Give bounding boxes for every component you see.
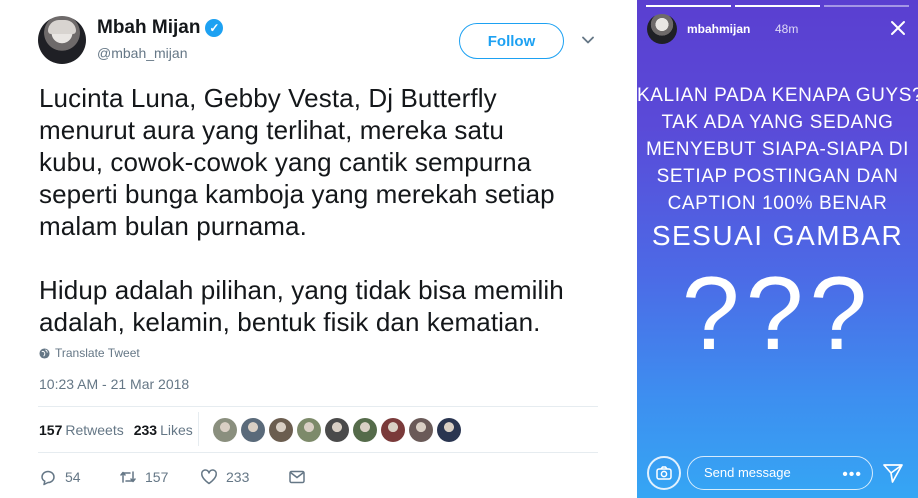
- liker-avatar[interactable]: [325, 418, 349, 442]
- tweet-card: Mbah Mijan ✓ @mbah_mijan Follow Lucinta …: [0, 0, 622, 498]
- tweet-text-line: Lucinta Luna, Gebby Vesta, Dj Butterfly: [39, 83, 497, 113]
- globe-icon: [39, 347, 50, 359]
- tweet-actions: 54 157 233: [39, 468, 306, 486]
- story-progress-bars: [646, 5, 909, 7]
- instagram-story: mbahmijan 48m KALIAN PADA KENAPA GUYS? T…: [637, 0, 918, 498]
- like-count: 233: [226, 469, 250, 485]
- divider: [38, 452, 598, 453]
- tweet-text-line: menurut aura yang terlihat, mereka satu: [39, 115, 504, 145]
- close-icon[interactable]: [890, 20, 906, 36]
- tweet-text-line: Hidup adalah pilihan, yang tidak bisa me…: [39, 275, 564, 305]
- like-button[interactable]: 233: [200, 468, 288, 486]
- retweet-icon: [120, 471, 136, 483]
- likers-avatars: [213, 418, 461, 442]
- translate-tweet-link[interactable]: Translate Tweet: [39, 346, 140, 360]
- tweet-text-line: seperti bunga kamboja yang merekah setia…: [39, 179, 555, 209]
- divider: [198, 412, 199, 446]
- tweet-text: Lucinta Luna, Gebby Vesta, Dj Butterfly …: [39, 82, 614, 338]
- send-icon[interactable]: [882, 462, 904, 484]
- reply-icon: [41, 470, 55, 486]
- liker-avatar[interactable]: [381, 418, 405, 442]
- tweet-text-line: malam bulan purnama.: [39, 211, 307, 241]
- liker-avatar[interactable]: [241, 418, 265, 442]
- story-caption-line: CAPTION 100% BENAR: [667, 193, 888, 214]
- camera-button[interactable]: [647, 456, 681, 490]
- name-row: Mbah Mijan ✓: [97, 17, 224, 39]
- avatar[interactable]: [38, 16, 86, 64]
- liker-avatar[interactable]: [269, 418, 293, 442]
- story-caption-line: SETIAP POSTINGAN DAN: [656, 166, 899, 187]
- tweet-text-line: adalah, kelamin, bentuk fisik dan kemati…: [39, 307, 541, 337]
- story-avatar[interactable]: [647, 14, 677, 44]
- retweets-stat[interactable]: 157 Retweets: [39, 422, 124, 438]
- story-caption-line: TAK ADA YANG SEDANG: [661, 112, 894, 133]
- likes-stat[interactable]: 233 Likes: [134, 422, 193, 438]
- liker-avatar[interactable]: [213, 418, 237, 442]
- verified-badge-icon: ✓: [205, 19, 224, 37]
- liker-avatar[interactable]: [297, 418, 321, 442]
- liker-avatar[interactable]: [353, 418, 377, 442]
- likes-count: 233: [133, 422, 158, 438]
- story-caption-line: MENYEBUT SIAPA-SIAPA DI: [646, 139, 909, 160]
- user-handle[interactable]: @mbah_mijan: [97, 45, 187, 61]
- send-message-placeholder: Send message: [704, 465, 791, 480]
- retweet-count: 157: [145, 469, 169, 485]
- follow-button[interactable]: Follow: [459, 23, 564, 59]
- story-time: 48m: [775, 22, 799, 36]
- camera-icon: [656, 466, 672, 480]
- story-progress-segment: [646, 5, 731, 7]
- display-name[interactable]: Mbah Mijan: [97, 17, 200, 39]
- divider: [38, 406, 598, 407]
- retweets-label: Retweets: [65, 422, 124, 438]
- tweet-timestamp[interactable]: 10:23 AM - 21 Mar 2018: [39, 376, 189, 392]
- direct-message-button[interactable]: [288, 468, 306, 486]
- heart-icon: [201, 469, 217, 485]
- tweet-text-line: kubu, cowok-cowok yang cantik sempurna: [39, 147, 532, 177]
- more-options-icon[interactable]: •••: [842, 459, 862, 490]
- translate-label: Translate Tweet: [55, 346, 140, 360]
- story-progress-segment: [824, 5, 909, 7]
- story-caption-big-line: SESUAI GAMBAR: [651, 220, 904, 251]
- liker-avatar[interactable]: [409, 418, 433, 442]
- send-message-input[interactable]: Send message •••: [687, 456, 873, 490]
- retweet-button[interactable]: 157: [119, 468, 200, 486]
- chevron-down-icon[interactable]: [582, 34, 594, 46]
- retweets-count: 157: [39, 422, 63, 438]
- liker-avatar[interactable]: [437, 418, 461, 442]
- story-caption: KALIAN PADA KENAPA GUYS? TAK ADA YANG SE…: [637, 82, 918, 255]
- story-caption-line: KALIAN PADA KENAPA GUYS?: [637, 85, 918, 106]
- story-question-marks: ???: [681, 256, 874, 372]
- story-progress-segment: [735, 5, 820, 7]
- envelope-icon: [289, 470, 305, 484]
- likes-label: Likes: [160, 422, 193, 438]
- tweet-stats: 157 Retweets 233 Likes: [39, 422, 193, 438]
- reply-button[interactable]: 54: [39, 468, 119, 486]
- story-username[interactable]: mbahmijan: [687, 22, 750, 36]
- reply-count: 54: [65, 469, 81, 485]
